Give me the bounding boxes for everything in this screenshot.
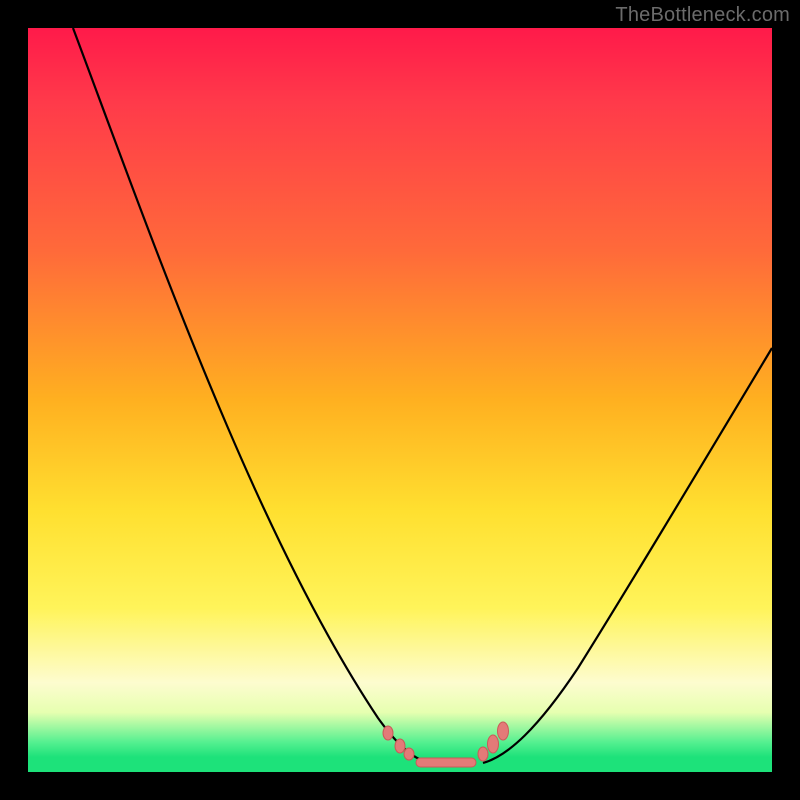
chart-frame: TheBottleneck.com — [0, 0, 800, 800]
left-curve — [73, 28, 428, 763]
watermark-text: TheBottleneck.com — [615, 4, 790, 27]
right-curve — [483, 348, 772, 763]
chart-svg — [28, 28, 772, 772]
